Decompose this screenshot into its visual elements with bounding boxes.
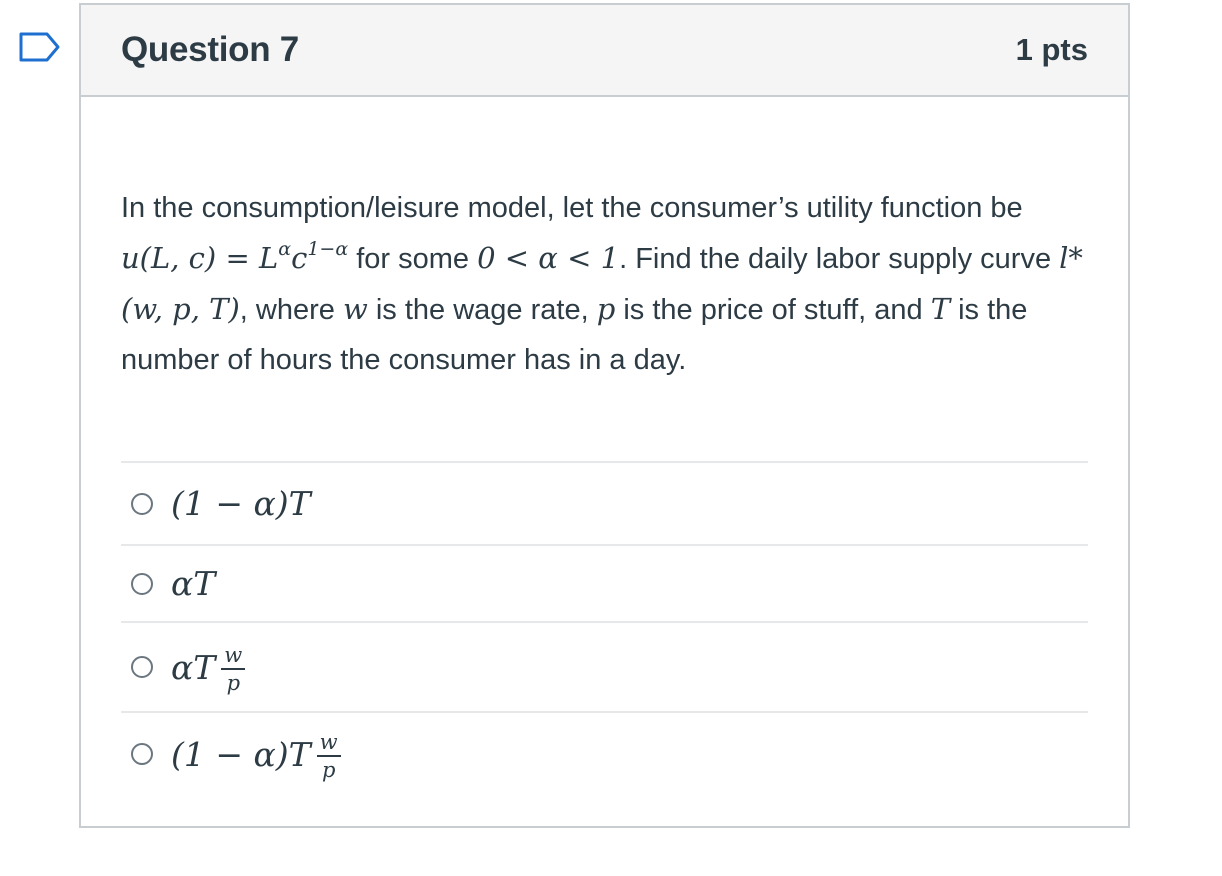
- answer-expression: (1 − α)T: [171, 484, 311, 523]
- labor-supply-symbol: l*: [1059, 241, 1083, 275]
- answer-option-3[interactable]: αT wp: [121, 623, 1088, 713]
- prompt-text: In the consumption/leisure model, let th…: [121, 192, 1023, 224]
- labor-supply-args: (w, p, T): [121, 292, 240, 326]
- hours-symbol: T: [930, 292, 951, 326]
- answer-list: (1 − α)T αT αT wp (1 − α)T wp: [121, 461, 1088, 795]
- prompt-text: , where: [239, 294, 343, 326]
- price-symbol: p: [596, 292, 616, 326]
- prompt-text: is the wage rate,: [367, 294, 597, 326]
- prompt-text: is the price of stuff, and: [615, 294, 931, 326]
- wage-symbol: w: [342, 292, 368, 326]
- fraction-w-over-p: wp: [316, 731, 341, 781]
- answer-expression: αT wp: [171, 643, 246, 694]
- fraction-w-over-p: wp: [221, 644, 246, 694]
- flag-question-icon[interactable]: [18, 31, 62, 63]
- prompt-text: . Find the daily labor supply curve: [619, 243, 1060, 275]
- question-points: 1 pts: [1015, 32, 1088, 67]
- answer-option-4[interactable]: (1 − α)T wp: [121, 713, 1088, 795]
- prompt-text: for some: [348, 243, 478, 275]
- answer-option-2[interactable]: αT: [121, 546, 1088, 623]
- answer-expression: (1 − α)T wp: [171, 730, 341, 781]
- question-body: In the consumption/leisure model, let th…: [81, 97, 1128, 795]
- alpha-range: 0 < α < 1: [477, 241, 620, 275]
- question-header: Question 7 1 pts: [81, 5, 1128, 97]
- answer-expression: αT: [171, 564, 216, 603]
- question-title: Question 7: [121, 30, 299, 69]
- question-card: Question 7 1 pts In the consumption/leis…: [79, 3, 1130, 828]
- radio-unchecked-icon[interactable]: [131, 656, 153, 678]
- question-prompt: In the consumption/leisure model, let th…: [121, 183, 1088, 385]
- utility-expression: u(L, c) = Lαc1−α: [121, 238, 349, 276]
- radio-unchecked-icon[interactable]: [131, 492, 153, 515]
- radio-unchecked-icon[interactable]: [131, 572, 153, 595]
- answer-option-1[interactable]: (1 − α)T: [121, 463, 1088, 546]
- radio-unchecked-icon[interactable]: [131, 743, 153, 765]
